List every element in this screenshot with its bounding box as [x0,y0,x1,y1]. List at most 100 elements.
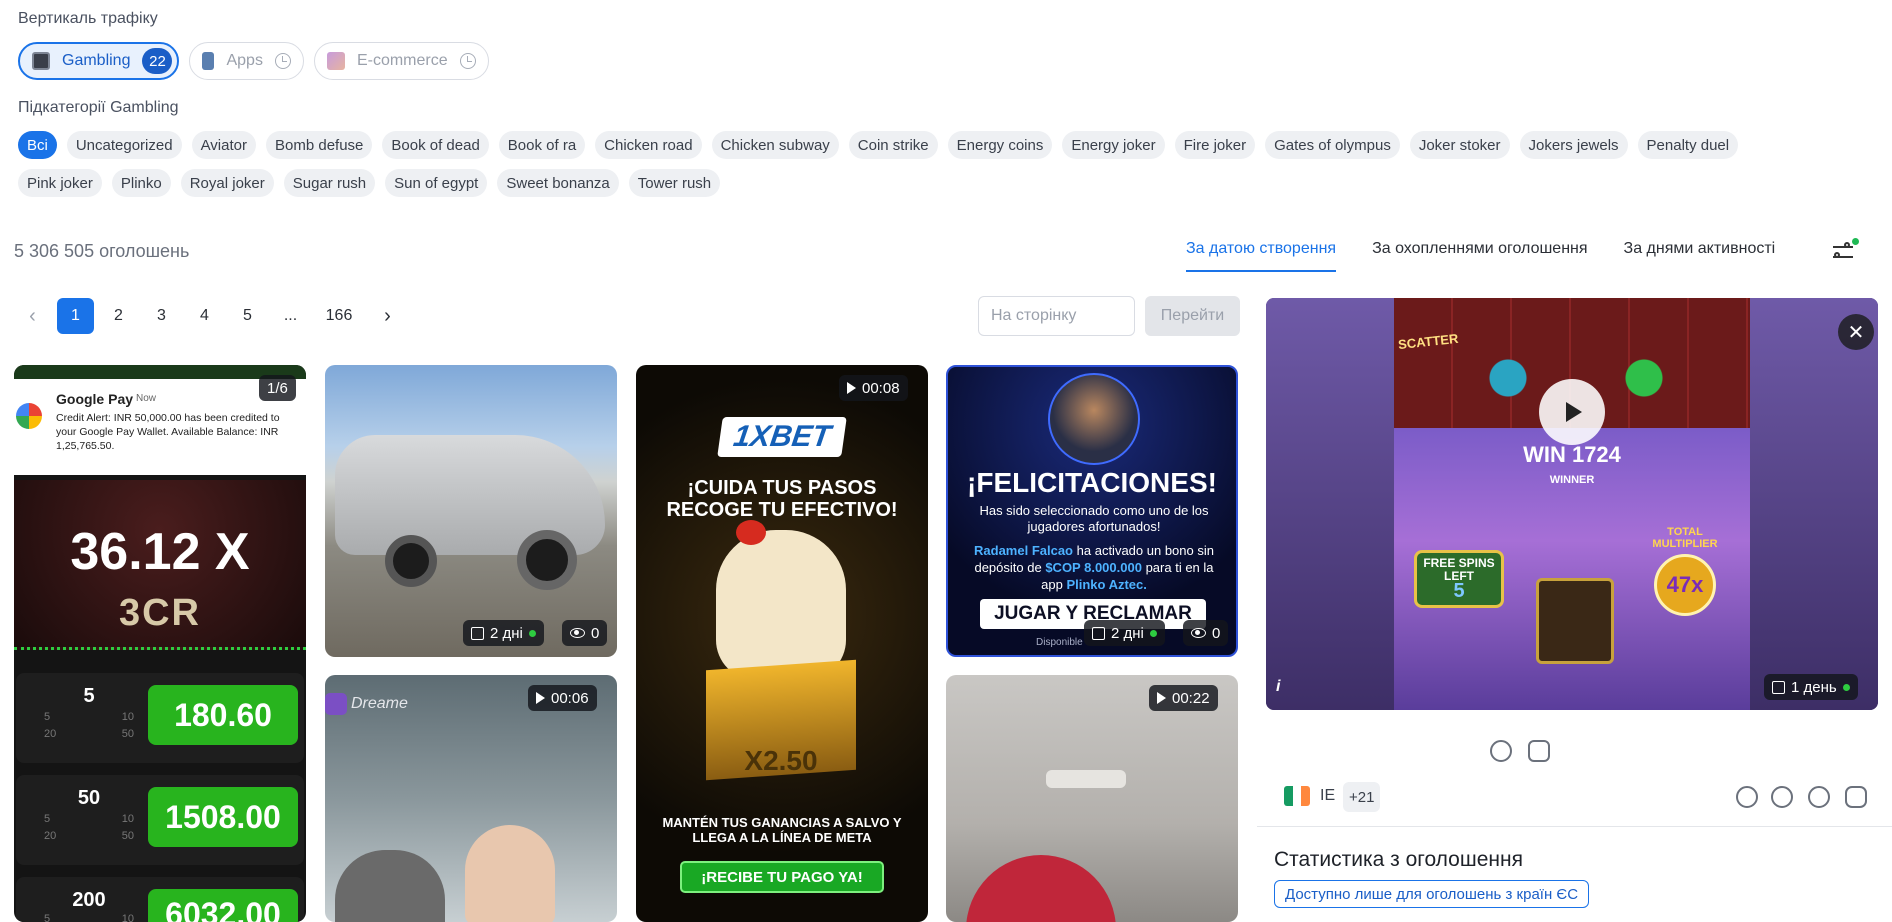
sort-tab-date[interactable]: За датою створення [1186,240,1337,272]
goto-page-input[interactable] [978,296,1135,336]
page-3[interactable]: 3 [143,298,180,334]
bet-row: 200 5 10 6032.00 [16,877,304,922]
subcategory-chip[interactable]: Fire joker [1174,131,1256,159]
prev-page-icon[interactable]: ‹ [14,298,51,334]
copy-icon[interactable] [1490,740,1512,762]
translate-icon[interactable] [1528,740,1550,762]
page-2[interactable]: 2 [100,298,137,334]
page-ellipsis: ... [283,307,298,324]
subcategory-chip[interactable]: Tower rush [628,169,721,197]
subcategory-chip[interactable]: Aviator [191,131,256,159]
baby-image [465,825,555,922]
subcategory-chip[interactable]: Bomb defuse [266,131,373,159]
vertical-label: Gambling [62,52,131,69]
subcategory-chip[interactable]: Pink joker [18,169,102,197]
free-spins-box: FREE SPINS LEFT 5 [1414,550,1504,608]
sort-tab-activity[interactable]: За днями активності [1624,240,1776,272]
multiplier-text: X2.50 [744,745,818,776]
play-video-icon[interactable] [1539,379,1605,445]
subcategory-chip[interactable]: Sugar rush [283,169,376,197]
vertical-apps[interactable]: Apps [189,42,304,80]
page-1[interactable]: 1 [57,298,94,334]
ad-preview[interactable]: SCATTER WIN 1724 WINNER FREE SPINS LEFT … [1266,298,1878,710]
subcategory-chip[interactable]: Coin strike [848,131,938,159]
subcategory-chip[interactable]: Sweet bonanza [497,169,619,197]
goto-page-button[interactable]: Перейти [1145,296,1240,336]
verticals-row: Gambling 22 Apps E-commerce [18,42,489,80]
portrait-image [1048,373,1140,465]
subcategory-chip[interactable]: Uncategorized [66,131,182,159]
instagram-icon [1845,786,1867,808]
brand-text: Dreame [351,695,408,712]
ad-footer-text: MANTÉN TUS GANANCIAS A SALVO Y LLEGA A L… [662,815,902,845]
eye-icon [1191,628,1206,638]
disclaimer-text: Disponible [1036,637,1083,648]
brand-logo-text: 3CR [118,592,202,634]
winner-text: WINNER [1549,474,1595,486]
ad-card[interactable]: Dreame 00:06 [325,675,617,922]
vertical-ecommerce[interactable]: E-commerce [313,42,489,80]
subcategory-chip[interactable]: Chicken road [595,131,702,159]
info-icon[interactable]: i [1276,678,1280,696]
messenger-icon [1736,786,1758,808]
red-hat-image [966,855,1116,922]
filter-settings-icon[interactable] [1830,238,1859,266]
threads-icon [1808,786,1830,808]
clock-icon [459,53,476,69]
play-icon [847,382,856,394]
subcategory-chip[interactable]: Penalty duel [1637,131,1739,159]
active-dot [528,629,536,637]
subcategory-chip[interactable]: Sun of egypt [385,169,488,197]
bet-value: 200 [72,889,106,911]
stats-title: Статистика з оголошення [1274,848,1523,871]
bet-value: 50 [77,787,101,809]
sort-tabs: За датою створення За охопленнями оголош… [1186,240,1775,272]
ad-card[interactable]: 00:08 1XBET ¡CUIDA TUS PASOS RECOGE TU E… [636,365,928,922]
subcategory-chip[interactable]: Plinko [111,169,171,197]
verticals-label: Вертикаль трафіку [18,10,158,27]
carousel-counter: 1/6 [259,375,296,401]
slot-machine-icon [32,52,50,70]
subcategory-chip[interactable]: Book of dead [382,131,489,159]
subcategory-chip[interactable]: Gates of olympus [1265,131,1400,159]
subcategory-chip[interactable]: Всі [18,131,57,159]
video-duration-badge: 00:08 [839,375,908,401]
sort-tab-reach[interactable]: За охопленнями оголошення [1372,240,1587,272]
views-badge: 0 [1183,620,1229,646]
multiplier-text: 36.12 X [70,523,250,581]
ad-headline: ¡FELICITACIONES! [967,467,1217,498]
ad-body-text: Has sido seleccionado como uno de los ju… [979,503,1209,534]
ad-card[interactable]: Google Pay Now Credit Alert: INR 50,000.… [14,365,306,922]
subcategory-chip[interactable]: Jokers jewels [1519,131,1628,159]
next-page-icon[interactable]: › [369,298,406,334]
ad-card[interactable]: 00:22 [946,675,1238,922]
subcategory-chip[interactable]: Energy coins [947,131,1053,159]
multiplier-orb: 47x [1654,554,1716,616]
page-last[interactable]: 166 [315,298,363,334]
clock-icon [274,53,291,69]
bet-row: 5 5 10 20 50 180.60 [16,673,304,763]
subcategory-chip[interactable]: Book of ra [498,131,586,159]
page-5[interactable]: 5 [229,298,266,334]
subcategory-chip[interactable]: Chicken subway [711,131,839,159]
ad-headline: ¡CUIDA TUS PASOS RECOGE TU EFECTIVO! [666,477,898,521]
calendar-icon [471,626,484,640]
play-icon [536,692,545,704]
close-icon[interactable]: ✕ [1838,314,1874,350]
page-4[interactable]: 4 [186,298,223,334]
views-badge: 0 [562,620,608,646]
subcategory-chip[interactable]: Joker stoker [1409,131,1510,159]
subcategory-chip[interactable]: Energy joker [1062,131,1165,159]
subcategory-chip[interactable]: Royal joker [180,169,274,197]
vertical-gambling[interactable]: Gambling 22 [18,42,180,80]
ad-card[interactable]: 2 дні 0 [325,365,617,657]
win-amount: 6032.00 [148,889,298,922]
pagination: ‹ 1 2 3 4 5 ... 166 › [14,298,406,334]
eu-only-note: Доступно лише для оголошень з країн ЄС [1274,880,1590,908]
active-dot [1149,629,1157,637]
ad-cta-button: ¡RECIBE TU PAGO YA! [680,861,884,893]
more-countries-badge[interactable]: +21 [1343,782,1381,812]
calendar-icon [1772,680,1785,694]
win-text: WIN 1724 [1523,442,1621,467]
ad-card[interactable]: ¡FELICITACIONES! Has sido seleccionado c… [946,365,1238,657]
